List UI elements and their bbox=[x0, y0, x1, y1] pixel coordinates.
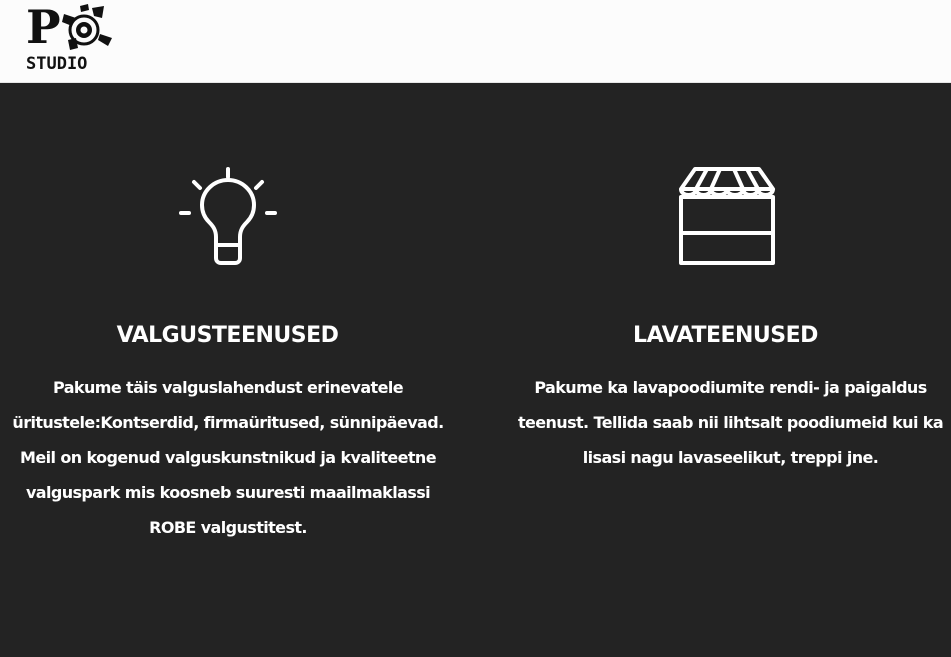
service-title: LAVATEENUSED bbox=[633, 323, 818, 348]
site-header: P STUDIO bbox=[0, 0, 951, 83]
service-description: Pakume ka lavapoodiumite rendi- ja paiga… bbox=[517, 378, 944, 467]
stage-spotlight-icon bbox=[62, 4, 112, 50]
service-title: VALGUSTEENUSED bbox=[116, 323, 339, 348]
lightbulb-icon bbox=[179, 167, 277, 265]
logo-link[interactable]: P STUDIO bbox=[26, 0, 116, 74]
logo-letter: P bbox=[26, 0, 61, 54]
logo-wordmark: STUDIO bbox=[26, 54, 88, 74]
storefront-awning-icon bbox=[679, 167, 775, 265]
service-description: Pakume täis valguslahendust erinevatele … bbox=[12, 378, 444, 537]
services-section: VALGUSTEENUSED Pakume täis valguslahendu… bbox=[0, 83, 951, 657]
